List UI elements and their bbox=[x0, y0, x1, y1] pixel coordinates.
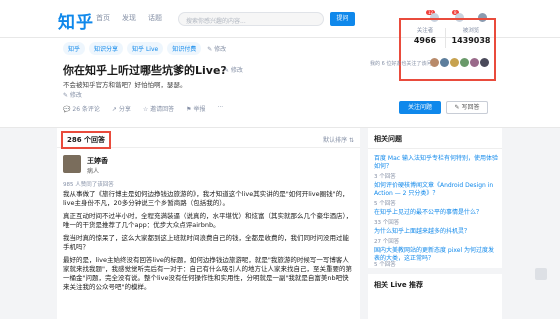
views-label: 被浏览 bbox=[462, 28, 480, 34]
related-answer-count: 33 个回答 bbox=[374, 220, 400, 226]
related-question-link[interactable]: 百度 Mac 输入法知乎专栏有何特别，使用体验如何？ bbox=[374, 155, 498, 171]
nav-home[interactable]: 首页 bbox=[96, 13, 110, 23]
views-stat: 被浏览 1439038 bbox=[449, 26, 493, 45]
related-questions-panel: 相关问题 百度 Mac 输入法知乎专栏有何特别，使用体验如何？ 3 个回答 如何… bbox=[368, 128, 502, 268]
views-value: 1439038 bbox=[451, 36, 491, 45]
related-answer-count: 5 个回答 bbox=[374, 262, 396, 268]
topic-list: 知乎 知识分享 知乎 Live 知识付费 ✎ 修改 bbox=[63, 42, 228, 55]
nav-explore[interactable]: 发现 bbox=[122, 13, 136, 23]
author-name[interactable]: 王婷香 bbox=[87, 156, 108, 166]
avatar[interactable] bbox=[460, 58, 469, 67]
invite-button[interactable]: ☆ 邀请回答 bbox=[143, 104, 174, 113]
nav-topics[interactable]: 话题 bbox=[148, 13, 162, 23]
question-description: 不会被知乎官方和谐吧？好怕怕啊，瑟瑟。 bbox=[63, 81, 187, 89]
followers-label: 关注者 bbox=[416, 28, 434, 34]
edit-topics-button[interactable]: ✎ 修改 bbox=[205, 42, 228, 55]
avatar[interactable] bbox=[480, 58, 489, 67]
answer-paragraph: 我当时真的惊呆了，这么大家都到这上班就时间浪费自己的钱，全都是收费的，我们同时问… bbox=[63, 234, 349, 251]
related-answer-count: 3 个回答 bbox=[374, 174, 396, 180]
friends-following-label[interactable]: 我的 6 位好友也关注了该问题 bbox=[370, 60, 436, 67]
sort-dropdown[interactable]: 默认排序 ⇅ bbox=[323, 135, 354, 144]
related-answer-count: 5 个回答 bbox=[374, 201, 396, 207]
stats-divider bbox=[445, 28, 446, 48]
back-to-top-button[interactable] bbox=[535, 268, 547, 280]
edit-title-button[interactable]: ✎ 修改 bbox=[224, 65, 243, 74]
more-button[interactable]: ··· bbox=[217, 104, 223, 113]
search-input[interactable]: 搜索你感兴趣的内容... bbox=[178, 12, 324, 26]
ask-button[interactable]: 提问 bbox=[330, 12, 355, 26]
related-question-link[interactable]: 如何评价硬核博闻文章《Android Design in Action — 2 … bbox=[374, 182, 498, 198]
question-title: 你在知乎上听过哪些坑爹的Live? bbox=[63, 64, 227, 77]
question-actions: 💬 26 条评论 ↗ 分享 ☆ 邀请回答 ⚑ 举报 ··· bbox=[63, 104, 223, 113]
answer-paragraph: 真正互动时间不过半小时，全程充满装逼（说真的，水平堪忧）和炫富（其实就那么几个豪… bbox=[63, 212, 353, 229]
answers-panel: 286 个回答 默认排序 ⇅ 王婷香 病人 985 人赞同了该回答 我从事做了《… bbox=[57, 128, 360, 319]
report-button[interactable]: ⚑ 举报 bbox=[186, 104, 205, 113]
followers-stat[interactable]: 关注者 4966 bbox=[407, 26, 443, 45]
author-bio: 病人 bbox=[87, 168, 100, 175]
avatar[interactable] bbox=[440, 58, 449, 67]
topic-tag[interactable]: 知乎 bbox=[63, 42, 86, 55]
write-answer-button[interactable]: ✎ 写回答 bbox=[446, 101, 488, 114]
related-questions-title: 相关问题 bbox=[374, 135, 402, 143]
related-live-panel: 相关 Live 推荐 bbox=[368, 274, 502, 319]
answer-paragraph: 最好的是，live主始终没有回答live的标题，如何边挣钱边旅游呢，就是"我旅游… bbox=[63, 256, 352, 291]
share-button[interactable]: ↗ 分享 bbox=[112, 104, 131, 113]
author-avatar[interactable] bbox=[63, 155, 81, 173]
avatar[interactable] bbox=[430, 58, 439, 67]
answers-header: 286 个回答 默认排序 ⇅ bbox=[57, 128, 360, 149]
answer-paragraph: 我从事做了《旅行博主是如何边挣钱边旅游的》，我才知道这个live其实讲的是"如何… bbox=[63, 190, 349, 207]
avatar[interactable] bbox=[450, 58, 459, 67]
divider bbox=[368, 148, 502, 149]
topic-tag[interactable]: 知乎 Live bbox=[127, 42, 164, 55]
followers-value: 4966 bbox=[413, 36, 437, 45]
answer-count: 286 个回答 bbox=[61, 131, 112, 149]
related-answer-count: 27 个回答 bbox=[374, 239, 400, 245]
avatar[interactable] bbox=[470, 58, 479, 67]
question-stats: 关注者 4966 被浏览 1439038 bbox=[399, 18, 496, 81]
zhihu-logo[interactable]: 知乎 bbox=[58, 8, 94, 33]
related-question-link[interactable]: 在知乎上见过的最不公平的事情是什么？ bbox=[374, 209, 498, 217]
friend-avatars bbox=[430, 58, 489, 67]
vote-count: 985 人赞同了该回答 bbox=[63, 182, 114, 188]
edit-description-button[interactable]: ✎ 修改 bbox=[63, 90, 82, 99]
topic-tag[interactable]: 知识付费 bbox=[167, 42, 202, 55]
comments-button[interactable]: 💬 26 条评论 bbox=[63, 104, 100, 113]
related-live-title: 相关 Live 推荐 bbox=[374, 281, 424, 289]
topic-tag[interactable]: 知识分享 bbox=[89, 42, 124, 55]
related-question-link[interactable]: 为什么知乎上面越来越多的抖机灵？ bbox=[374, 228, 498, 236]
follow-question-button[interactable]: 关注问题 bbox=[399, 101, 441, 114]
